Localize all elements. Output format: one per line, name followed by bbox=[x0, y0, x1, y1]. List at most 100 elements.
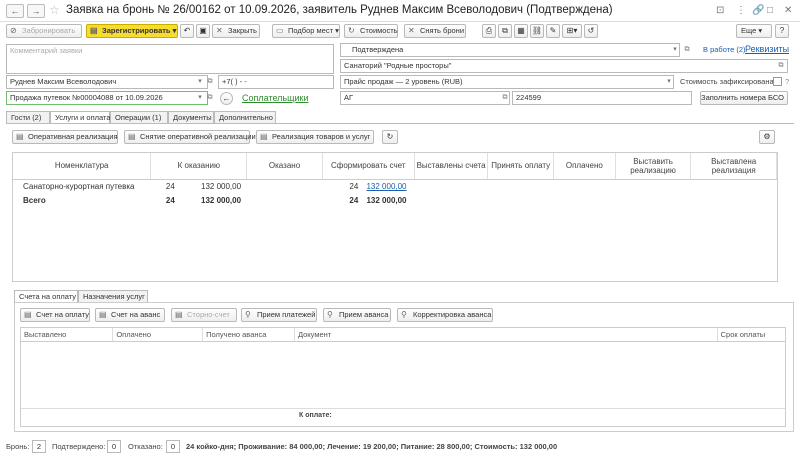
bottom-tabs: Счета на оплату Назначения услуг bbox=[14, 290, 794, 303]
help-button[interactable]: ? bbox=[775, 24, 789, 38]
col-invoices-issued[interactable]: Выставлены счета bbox=[414, 153, 489, 180]
print-icon: ⎙ bbox=[485, 26, 493, 35]
invoices-panel: ▤ Счет на оплату ▤ Счет на аванс ▤ Сторно-с… bbox=[14, 302, 794, 432]
sale-document-field[interactable]: Продажа путевок №00004088 от 10.09.2026 bbox=[6, 91, 208, 105]
payments-icon: ⚲ bbox=[245, 310, 251, 319]
cost-fixed-checkbox[interactable] bbox=[773, 77, 782, 86]
col-due-date[interactable]: Срок оплаты bbox=[717, 328, 785, 342]
to-pay-label: К оплате: bbox=[299, 412, 332, 419]
in-work-link[interactable]: В работе (2) bbox=[703, 44, 746, 56]
number-field[interactable]: 224599 bbox=[512, 91, 692, 105]
history-button[interactable]: ↺ bbox=[584, 24, 598, 38]
edit-button[interactable]: ✎ bbox=[546, 24, 560, 38]
agent-open-icon[interactable]: ⧉ bbox=[500, 91, 510, 105]
price-list-dropdown-icon[interactable]: ▾ bbox=[664, 75, 674, 89]
remove-icon: ✕ bbox=[408, 26, 415, 35]
refresh-icon: ↻ bbox=[386, 132, 394, 141]
remove-reservation-button[interactable]: ✕ Снять брони bbox=[404, 24, 466, 38]
col-nomenclature[interactable]: Номенклатура bbox=[13, 153, 152, 180]
col-issued[interactable]: Выставлено bbox=[21, 328, 114, 342]
confirmed-label: Подтверждено: bbox=[52, 442, 106, 451]
back-button[interactable]: ← bbox=[6, 4, 24, 18]
phone-field[interactable]: +7( ) - - bbox=[218, 75, 334, 89]
tab-guests[interactable]: Гости (2) bbox=[6, 111, 50, 123]
undo-button[interactable]: ↶ bbox=[180, 24, 194, 38]
total-qty-amount: 24 132 000,00 bbox=[165, 195, 242, 205]
col-provided[interactable]: Оказано bbox=[246, 153, 323, 180]
col-paid-amount[interactable]: Оплачено bbox=[112, 328, 204, 342]
print-button[interactable]: ⎙ bbox=[482, 24, 496, 38]
col-to-provide[interactable]: К оказанию bbox=[150, 153, 248, 180]
settings-button[interactable]: ⚙ bbox=[759, 130, 775, 144]
maximize-icon[interactable]: □ bbox=[767, 5, 773, 16]
favorite-star-icon[interactable]: ☆ bbox=[49, 3, 60, 17]
tab-documents[interactable]: Документы bbox=[168, 111, 214, 123]
fill-bso-button[interactable]: Заполнить номера БСО bbox=[700, 91, 788, 105]
services-table: Номенклатура К оказанию Оказано Сформиро… bbox=[12, 152, 778, 282]
total-label: Всего bbox=[23, 195, 46, 205]
col-accept-payment[interactable]: Принять оплату bbox=[487, 153, 554, 180]
attach-icon[interactable]: 🔗 bbox=[752, 5, 764, 16]
forward-button[interactable]: → bbox=[27, 4, 45, 18]
pencil-icon: ✎ bbox=[549, 26, 557, 35]
close-button[interactable]: ✕ Закрыть bbox=[212, 24, 260, 38]
applicant-dropdown-icon[interactable]: ▾ bbox=[195, 75, 205, 89]
cancel-operative-button[interactable]: ▤ Снятие оперативной реализации bbox=[124, 130, 256, 144]
status-open-icon[interactable]: ⧉ bbox=[682, 43, 692, 57]
status-field[interactable]: Подтверждена bbox=[340, 43, 680, 57]
col-advance-received[interactable]: Получено аванса bbox=[202, 328, 295, 342]
payments-button[interactable]: ⚲ Прием платежей bbox=[241, 308, 317, 322]
document-cancel-icon: ▤ bbox=[128, 132, 136, 141]
comment-field[interactable]: Комментарий заявки bbox=[6, 44, 334, 74]
cost-button[interactable]: ↻ Стоимость bbox=[344, 24, 398, 38]
invoice-amount-link[interactable]: 132 000,00 bbox=[361, 182, 406, 191]
col-paid[interactable]: Оплачено bbox=[553, 153, 616, 180]
payers-link[interactable]: Соплательщики bbox=[242, 92, 309, 104]
advance-adjust-button[interactable]: ⚲ Корректировка аванса bbox=[397, 308, 493, 322]
table-row[interactable]: Санаторно-курортная путевка 24 132 000,0… bbox=[13, 179, 777, 193]
link-button[interactable]: ⛓ bbox=[530, 24, 544, 38]
agent-field[interactable]: АГ bbox=[340, 91, 510, 105]
more-button[interactable]: Еще ▾ bbox=[736, 24, 772, 38]
applicant-open-icon[interactable]: ⧉ bbox=[205, 75, 215, 89]
close-icon: ✕ bbox=[216, 26, 223, 35]
col-document[interactable]: Документ bbox=[294, 328, 718, 342]
advance-invoice-button[interactable]: ▤ Счет на аванс bbox=[95, 308, 165, 322]
register-button[interactable]: ▤ Зарегистрировать ▾ bbox=[86, 24, 178, 38]
refresh-button[interactable]: ↻ bbox=[382, 130, 398, 144]
pick-places-button[interactable]: ▭ Подбор мест ▾ bbox=[272, 24, 340, 38]
check-icon: ⊘ bbox=[10, 26, 17, 35]
requisites-link[interactable]: Реквизиты bbox=[745, 43, 789, 55]
advance-receipt-button[interactable]: ⚲ Прием аванса bbox=[323, 308, 391, 322]
col-form-invoice[interactable]: Сформировать счет bbox=[322, 153, 415, 180]
create-based-icon: ⊞▾ bbox=[566, 26, 578, 35]
sanatorium-field[interactable]: Санаторий "Родные просторы" bbox=[340, 59, 788, 73]
save-button[interactable]: ▣ bbox=[196, 24, 210, 38]
sale-goods-button[interactable]: ▤ Реализация товаров и услуг bbox=[256, 130, 374, 144]
sale-dropdown-icon[interactable]: ▾ bbox=[195, 91, 205, 105]
col-sale-issued[interactable]: Выставлена реализация bbox=[690, 153, 777, 180]
close-window-icon[interactable]: ✕ bbox=[784, 5, 792, 16]
sanatorium-open-icon[interactable]: ⧉ bbox=[776, 59, 786, 73]
report-button[interactable]: ▦ bbox=[514, 24, 528, 38]
tab-service-assignments[interactable]: Назначения услуг bbox=[78, 290, 148, 302]
sale-open-icon[interactable]: ⧉ bbox=[205, 91, 215, 105]
cost-fixed-help-icon[interactable]: ? bbox=[785, 76, 789, 88]
price-list-field[interactable]: Прайс продаж — 2 уровень (RUB) bbox=[340, 75, 674, 89]
col-issue-sale[interactable]: Выставить реализацию bbox=[615, 153, 692, 180]
link-icon[interactable]: ⊡ bbox=[716, 5, 724, 16]
tab-operations[interactable]: Операции (1) bbox=[110, 111, 168, 123]
structure-button[interactable]: ⧉ bbox=[498, 24, 512, 38]
create-based-button[interactable]: ⊞▾ bbox=[562, 24, 582, 38]
status-dropdown-icon[interactable]: ▾ bbox=[670, 43, 680, 57]
footer-summary: 24 койко-дня; Проживание: 84 000,00; Леч… bbox=[186, 442, 558, 451]
tab-additional[interactable]: Дополнительно bbox=[214, 111, 276, 123]
payers-back-button[interactable]: ← bbox=[220, 92, 233, 105]
menu-icon[interactable]: ⋮ bbox=[736, 5, 746, 16]
reserve-button[interactable]: ⊘ Забронировать bbox=[6, 24, 82, 38]
applicant-field[interactable]: Руднев Максим Всеволодович bbox=[6, 75, 208, 89]
operative-sale-button[interactable]: ▤ Оперативная реализация bbox=[12, 130, 118, 144]
storno-button[interactable]: ▤ Сторно-счет bbox=[171, 308, 237, 322]
invoice-button[interactable]: ▤ Счет на оплату bbox=[20, 308, 90, 322]
window-title: Заявка на бронь № 26/00162 от 10.09.2026… bbox=[66, 4, 613, 16]
